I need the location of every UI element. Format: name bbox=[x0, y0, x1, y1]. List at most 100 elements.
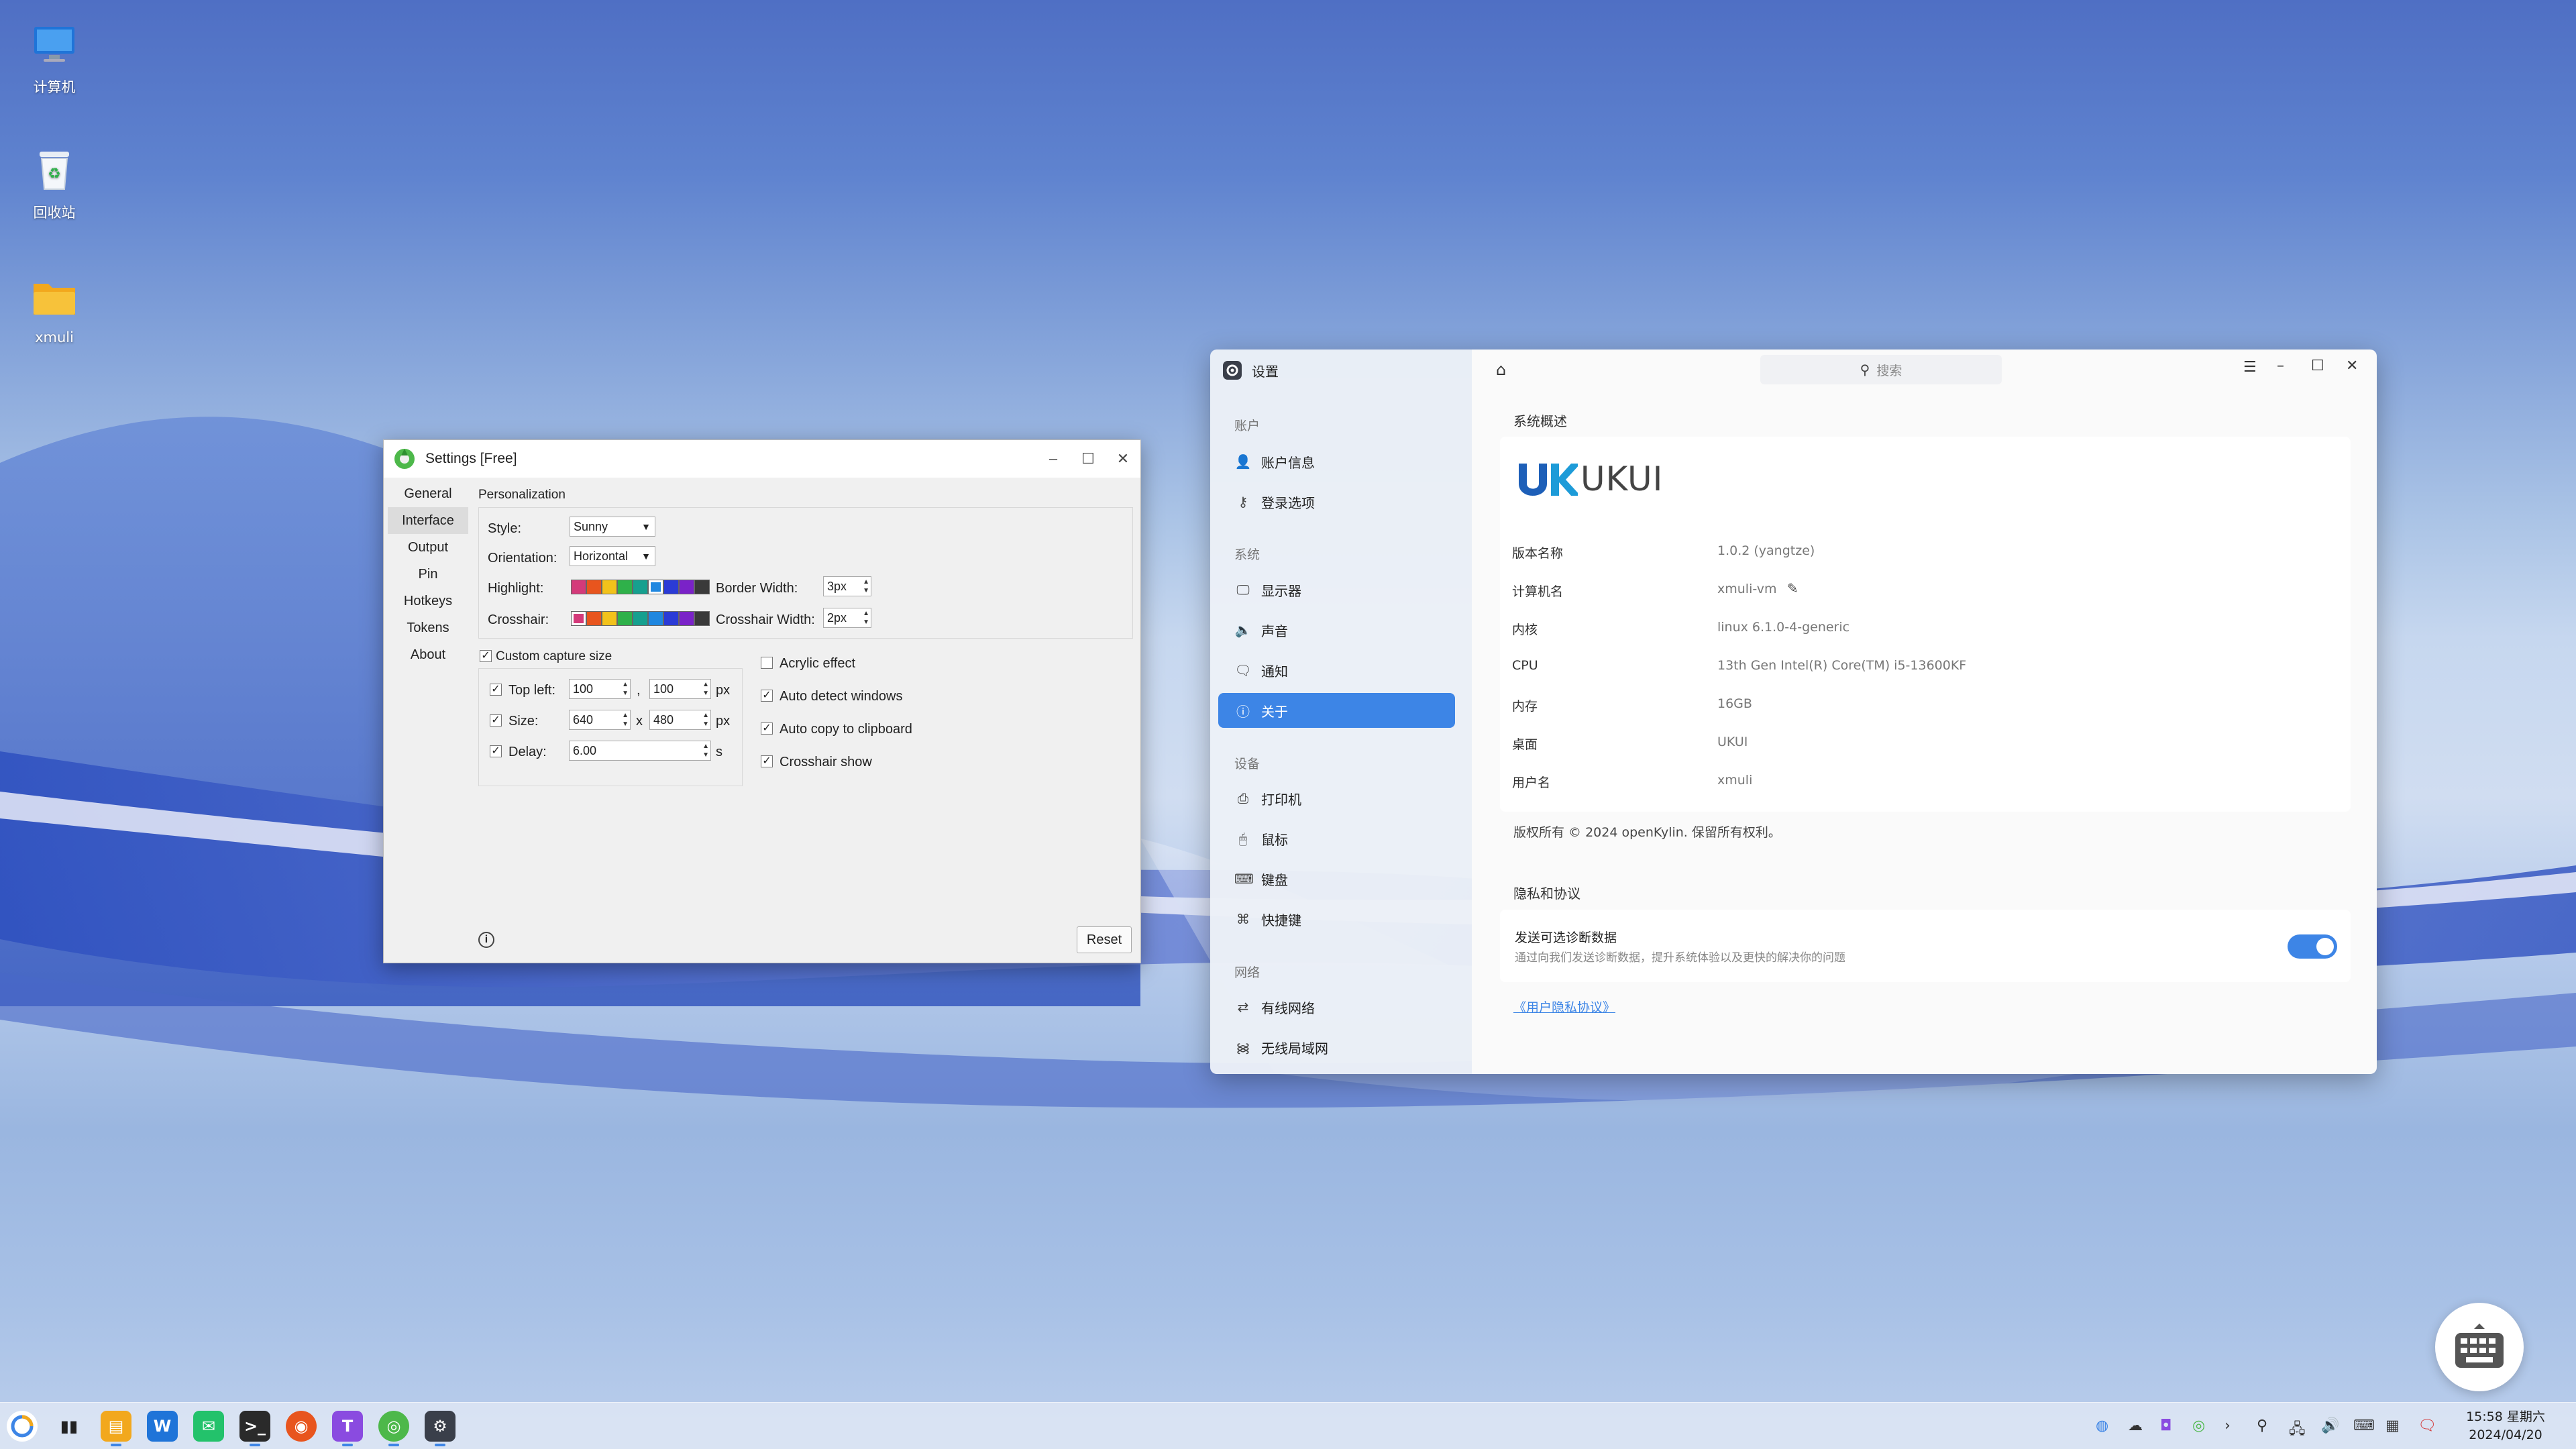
close-icon[interactable]: ✕ bbox=[1106, 440, 1140, 478]
crosshair-show-checkbox[interactable]: ✓ bbox=[761, 755, 773, 767]
color-swatch[interactable] bbox=[679, 611, 694, 626]
wps-writer-app[interactable]: W bbox=[147, 1411, 178, 1442]
border-width-spinbox[interactable]: 3px ▲ ▼ bbox=[823, 576, 871, 596]
color-swatch[interactable] bbox=[602, 580, 617, 594]
vpn-tray-icon[interactable]: ◍ bbox=[2096, 1417, 2108, 1434]
spin-arrows-icon[interactable]: ▲ ▼ bbox=[863, 578, 869, 595]
color-swatch[interactable] bbox=[663, 611, 679, 626]
minimize-icon[interactable]: – bbox=[1036, 440, 1071, 478]
keyboard-tray-icon[interactable]: ▦ bbox=[2385, 1417, 2400, 1434]
virtual-keyboard-button[interactable] bbox=[2435, 1303, 2524, 1391]
search-box[interactable]: ⚲ 搜索 bbox=[1760, 355, 2002, 384]
crosshair-color-swatches[interactable] bbox=[571, 611, 710, 626]
nav-item-login-options[interactable]: ⚷ 登录选项 bbox=[1218, 484, 1455, 519]
spin-arrows-icon[interactable]: ▲ ▼ bbox=[702, 711, 709, 729]
spin-arrows-icon[interactable]: ▲ ▼ bbox=[863, 609, 869, 627]
edit-pencil-icon[interactable]: ✎ bbox=[1787, 580, 1799, 596]
top-left-x-spinbox[interactable]: 100 ▲ ▼ bbox=[569, 679, 631, 699]
multitask-view-button[interactable]: ▮▮ bbox=[54, 1411, 85, 1442]
maximize-icon[interactable]: ☐ bbox=[2311, 358, 2324, 374]
text-editor-app[interactable]: T bbox=[332, 1411, 363, 1442]
color-swatch[interactable] bbox=[648, 580, 663, 594]
color-swatch[interactable] bbox=[571, 611, 586, 626]
nav-item-sound[interactable]: 🔈 声音 bbox=[1218, 612, 1455, 647]
size-height-spinbox[interactable]: 480 ▲ ▼ bbox=[649, 710, 711, 730]
close-icon[interactable]: ✕ bbox=[2346, 358, 2358, 374]
color-swatch[interactable] bbox=[586, 611, 602, 626]
color-swatch[interactable] bbox=[633, 611, 648, 626]
nav-item-wlan[interactable]: ᯼ 无线局域网 bbox=[1218, 1030, 1455, 1065]
delay-checkbox[interactable]: ✓ bbox=[490, 745, 502, 757]
nav-item-notification[interactable]: 🗨 通知 bbox=[1218, 653, 1455, 688]
spin-arrows-icon[interactable]: ▲ ▼ bbox=[702, 742, 709, 759]
terminal-app[interactable]: >_ bbox=[239, 1411, 270, 1442]
title-bar[interactable]: Settings [Free] – ☐ ✕ bbox=[384, 440, 1140, 478]
delay-spinbox[interactable]: 6.00 ▲ ▼ bbox=[569, 741, 711, 761]
nav-item-account-info[interactable]: 👤 账户信息 bbox=[1218, 444, 1455, 479]
file-manager-app[interactable]: ▤ bbox=[101, 1411, 131, 1442]
nav-item-about[interactable]: ⓘ 关于 bbox=[1218, 693, 1455, 728]
color-swatch[interactable] bbox=[617, 580, 633, 594]
screenshot-tray-icon[interactable]: ◎ bbox=[2192, 1417, 2205, 1434]
style-select[interactable]: Sunny ▼ bbox=[570, 517, 655, 537]
size-checkbox[interactable]: ✓ bbox=[490, 714, 502, 727]
orientation-select[interactable]: Horizontal ▼ bbox=[570, 546, 655, 566]
chevron-right-icon[interactable]: › bbox=[2224, 1417, 2231, 1434]
input-method-icon[interactable]: ⌨ bbox=[2353, 1417, 2375, 1434]
desktop-icon-recycle-bin[interactable]: ♻ 回收站 bbox=[14, 144, 95, 222]
privacy-agreement-link[interactable]: 《用户隐私协议》 bbox=[1513, 998, 1615, 1016]
clock[interactable]: 15:58 星期六 2024/04/20 bbox=[2455, 1408, 2556, 1444]
diagnostic-toggle[interactable] bbox=[2288, 934, 2337, 959]
search-icon[interactable]: ⚲ bbox=[2257, 1417, 2267, 1434]
firefox-app[interactable]: ◉ bbox=[286, 1411, 317, 1442]
nav-item-wired-network[interactable]: ⇄ 有线网络 bbox=[1218, 989, 1455, 1024]
top-left-checkbox[interactable]: ✓ bbox=[490, 684, 502, 696]
size-width-spinbox[interactable]: 640 ▲ ▼ bbox=[569, 710, 631, 730]
auto-detect-windows-checkbox[interactable]: ✓ bbox=[761, 690, 773, 702]
color-swatch[interactable] bbox=[617, 611, 633, 626]
mail-app[interactable]: ✉ bbox=[193, 1411, 224, 1442]
screenshot-app[interactable]: ◎ bbox=[378, 1411, 409, 1442]
reset-button[interactable]: Reset bbox=[1077, 926, 1132, 953]
desktop-icon-computer[interactable]: 计算机 bbox=[14, 19, 95, 97]
color-swatch[interactable] bbox=[586, 580, 602, 594]
spin-arrows-icon[interactable]: ▲ ▼ bbox=[622, 680, 629, 698]
color-swatch[interactable] bbox=[694, 611, 710, 626]
auto-copy-clipboard-checkbox[interactable]: ✓ bbox=[761, 722, 773, 735]
tab-interface[interactable]: Interface bbox=[388, 507, 468, 534]
spin-arrows-icon[interactable]: ▲ ▼ bbox=[622, 711, 629, 729]
maximize-icon[interactable]: ☐ bbox=[1071, 440, 1106, 478]
nav-item-shortcuts[interactable]: ⌘ 快捷键 bbox=[1218, 902, 1455, 936]
home-icon[interactable]: ⌂ bbox=[1496, 360, 1506, 379]
minimize-icon[interactable]: – bbox=[2277, 358, 2284, 374]
menu-icon[interactable]: ☰ bbox=[2243, 359, 2257, 376]
tab-hotkeys[interactable]: Hotkeys bbox=[388, 588, 468, 614]
tab-general[interactable]: General bbox=[388, 480, 468, 507]
volume-icon[interactable]: 🔊 bbox=[2321, 1417, 2339, 1434]
start-menu-button[interactable] bbox=[7, 1411, 38, 1442]
nav-item-keyboard[interactable]: ⌨ 键盘 bbox=[1218, 861, 1455, 896]
info-icon[interactable]: i bbox=[478, 932, 494, 948]
custom-capture-checkbox[interactable]: ✓ bbox=[480, 650, 492, 662]
nav-item-printer[interactable]: ⎙ 打印机 bbox=[1218, 781, 1455, 816]
crosshair-width-spinbox[interactable]: 2px ▲ ▼ bbox=[823, 608, 871, 628]
color-swatch[interactable] bbox=[663, 580, 679, 594]
color-swatch[interactable] bbox=[694, 580, 710, 594]
color-swatch[interactable] bbox=[571, 580, 586, 594]
notification-icon[interactable]: 🗨 bbox=[2418, 1417, 2436, 1434]
tab-tokens[interactable]: Tokens bbox=[388, 614, 468, 641]
color-swatch[interactable] bbox=[679, 580, 694, 594]
tab-output[interactable]: Output bbox=[388, 534, 468, 561]
color-swatch[interactable] bbox=[648, 611, 663, 626]
settings-app[interactable]: ⚙ bbox=[425, 1411, 455, 1442]
cloud-tray-icon[interactable]: ☁ bbox=[2128, 1417, 2143, 1434]
nav-item-display[interactable]: 🖵 显示器 bbox=[1218, 572, 1455, 607]
tab-about[interactable]: About bbox=[388, 641, 468, 668]
app-tray-icon[interactable]: ◘ bbox=[2160, 1417, 2171, 1434]
desktop-icon-folder[interactable]: xmuli bbox=[14, 272, 95, 345]
nav-item-mouse[interactable]: 🖱 鼠标 bbox=[1218, 821, 1455, 856]
acrylic-effect-checkbox[interactable] bbox=[761, 657, 773, 669]
network-tray-icon[interactable]: 🖧 bbox=[2289, 1417, 2306, 1443]
color-swatch[interactable] bbox=[602, 611, 617, 626]
color-swatch[interactable] bbox=[633, 580, 648, 594]
